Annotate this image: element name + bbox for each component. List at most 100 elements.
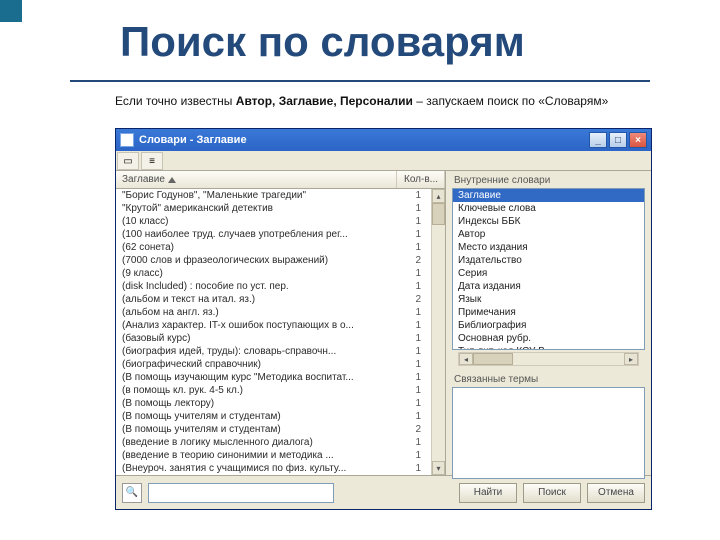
scroll-up-button[interactable]: ▴ — [432, 189, 445, 203]
table-row[interactable]: (Анализ характер. IT-х ошибок поступающи… — [116, 319, 431, 332]
count-cell: 1 — [383, 346, 425, 357]
column-header-count[interactable]: Кол-в... — [397, 171, 445, 188]
table-row[interactable]: (введение в логику мысленного диалога)1 — [116, 436, 431, 449]
scroll-right-button[interactable]: ▸ — [624, 353, 638, 365]
term-cell: (Анализ характер. IT-х ошибок поступающи… — [122, 320, 383, 331]
dictionary-item[interactable]: Дата издания — [453, 280, 644, 293]
list-icon: ≡ — [149, 156, 155, 167]
table-row[interactable]: (в помощь кл. рук. 4-5 кл.)1 — [116, 384, 431, 397]
slide-title: Поиск по словарям — [120, 18, 525, 66]
window-title: Словари - Заглавие — [139, 134, 587, 146]
dictionary-item[interactable]: Серия — [453, 267, 644, 280]
term-cell: (7000 слов и фразеологических выражений) — [122, 255, 383, 266]
linked-terms-list[interactable] — [452, 387, 645, 479]
magnifier-icon: 🔍 — [126, 487, 138, 498]
table-row[interactable]: (В помощь лектору)1 — [116, 397, 431, 410]
table-row[interactable]: "Крутой" американский детектив1 — [116, 202, 431, 215]
table-row[interactable]: (62 сонета)1 — [116, 241, 431, 254]
count-cell: 1 — [383, 372, 425, 383]
table-row[interactable]: (9 класс)1 — [116, 267, 431, 280]
window-titlebar[interactable]: Словари - Заглавие _ □ × — [116, 129, 651, 151]
slide-subtitle: Если точно известны Автор, Заглавие, Пер… — [115, 94, 655, 110]
term-cell: (биография идей, труды): словарь-справоч… — [122, 346, 383, 357]
table-row[interactable]: (базовый курс)1 — [116, 332, 431, 345]
internal-dictionaries-list[interactable]: ЗаглавиеКлючевые словаИндексы ББКАвторМе… — [452, 188, 645, 350]
app-icon — [120, 133, 134, 147]
dictionary-item[interactable]: Основная рубр. — [453, 332, 644, 345]
term-cell: (альбом на англ. яз.) — [122, 307, 383, 318]
close-button[interactable]: × — [629, 132, 647, 148]
slide-corner-accent — [0, 0, 22, 22]
count-cell: 1 — [383, 203, 425, 214]
dictionary-item[interactable]: Библиография — [453, 319, 644, 332]
scroll-left-button[interactable]: ◂ — [459, 353, 473, 365]
count-cell: 1 — [383, 216, 425, 227]
minimize-button[interactable]: _ — [589, 132, 607, 148]
count-cell: 1 — [383, 359, 425, 370]
column-header-title[interactable]: Заглавие — [116, 171, 397, 188]
table-row[interactable]: (В помощь учителям и студентам)2 — [116, 423, 431, 436]
term-cell: (в помощь кл. рук. 4-5 кл.) — [122, 385, 383, 396]
table-row[interactable]: (В помощь изучающим курс "Методика воспи… — [116, 371, 431, 384]
search-input[interactable] — [148, 483, 334, 503]
term-cell: "Крутой" американский детектив — [122, 203, 383, 214]
dictionary-item[interactable]: Примечания — [453, 306, 644, 319]
table-row[interactable]: (10 класс)1 — [116, 215, 431, 228]
toolbar-button-2[interactable]: ≡ — [141, 152, 163, 170]
horizontal-scrollbar[interactable]: ◂ ▸ — [458, 352, 639, 366]
count-cell: 1 — [383, 411, 425, 422]
scroll-down-button[interactable]: ▾ — [432, 461, 445, 475]
table-row[interactable]: (В помощь учителям и студентам)1 — [116, 410, 431, 423]
table-row[interactable]: (Внеуроч. занятия с учащимися по физ. ку… — [116, 462, 431, 475]
table-row[interactable]: "Борис Годунов", "Маленькие трагедии"1 — [116, 189, 431, 202]
dictionary-item[interactable]: Заглавие — [453, 189, 644, 202]
count-cell: 1 — [383, 385, 425, 396]
cancel-button[interactable]: Отмена — [587, 483, 645, 503]
document-icon: ▭ — [123, 156, 132, 167]
term-cell: (альбом и текст на итал. яз.) — [122, 294, 383, 305]
term-cell: "Борис Годунов", "Маленькие трагедии" — [122, 190, 383, 201]
count-cell: 2 — [383, 255, 425, 266]
table-row[interactable]: (биография идей, труды): словарь-справоч… — [116, 345, 431, 358]
search-button[interactable]: Поиск — [523, 483, 581, 503]
table-row[interactable]: (введение в теорию синонимии и методика … — [116, 449, 431, 462]
table-row[interactable]: (100 наиболее труд. случаев употребления… — [116, 228, 431, 241]
dictionary-item[interactable]: Место издания — [453, 241, 644, 254]
dictionary-item[interactable]: Издательство — [453, 254, 644, 267]
count-cell: 1 — [383, 268, 425, 279]
term-cell: (В помощь учителям и студентам) — [122, 411, 383, 422]
sort-asc-icon — [168, 177, 176, 183]
find-button[interactable]: Найти — [459, 483, 517, 503]
dictionary-item[interactable]: Тип лит. код КСУ В... — [453, 345, 644, 350]
count-cell: 1 — [383, 307, 425, 318]
table-row[interactable]: (альбом и текст на итал. яз.)2 — [116, 293, 431, 306]
table-row[interactable]: (7000 слов и фразеологических выражений)… — [116, 254, 431, 267]
scroll-thumb[interactable] — [432, 203, 445, 225]
vertical-scrollbar[interactable]: ▴ ▾ — [431, 189, 445, 475]
dictionary-item[interactable]: Автор — [453, 228, 644, 241]
window-bottom-bar: 🔍 Найти Поиск Отмена — [116, 475, 651, 509]
dictionary-item[interactable]: Язык — [453, 293, 644, 306]
dictionary-item[interactable]: Индексы ББК — [453, 215, 644, 228]
scroll-track[interactable] — [432, 225, 445, 461]
subtitle-suffix: – запускаем поиск по «Словарям» — [413, 94, 608, 108]
dictionary-item[interactable]: Ключевые слова — [453, 202, 644, 215]
hscroll-thumb[interactable] — [473, 353, 513, 365]
maximize-button[interactable]: □ — [609, 132, 627, 148]
term-cell: (disk Included) : пособие по уст. пер. — [122, 281, 383, 292]
linked-terms-label: Связанные термы — [452, 374, 645, 385]
subtitle-prefix: Если точно известны — [115, 94, 236, 108]
term-cell: (10 класс) — [122, 216, 383, 227]
table-row[interactable]: (disk Included) : пособие по уст. пер.1 — [116, 280, 431, 293]
toolbar-button-1[interactable]: ▭ — [117, 152, 139, 170]
count-cell: 1 — [383, 463, 425, 474]
table-row[interactable]: (альбом на англ. яз.)1 — [116, 306, 431, 319]
table-row[interactable]: (биографический справочник)1 — [116, 358, 431, 371]
count-cell: 1 — [383, 242, 425, 253]
count-cell: 1 — [383, 437, 425, 448]
dictionary-window: Словари - Заглавие _ □ × ▭ ≡ Заглавие Ко… — [115, 128, 652, 510]
subtitle-bold: Автор, Заглавие, Персоналии — [236, 94, 413, 108]
search-mode-icon[interactable]: 🔍 — [122, 483, 142, 503]
terms-list[interactable]: "Борис Годунов", "Маленькие трагедии"1"К… — [116, 189, 431, 475]
term-cell: (Внеуроч. занятия с учащимися по физ. ку… — [122, 463, 383, 474]
